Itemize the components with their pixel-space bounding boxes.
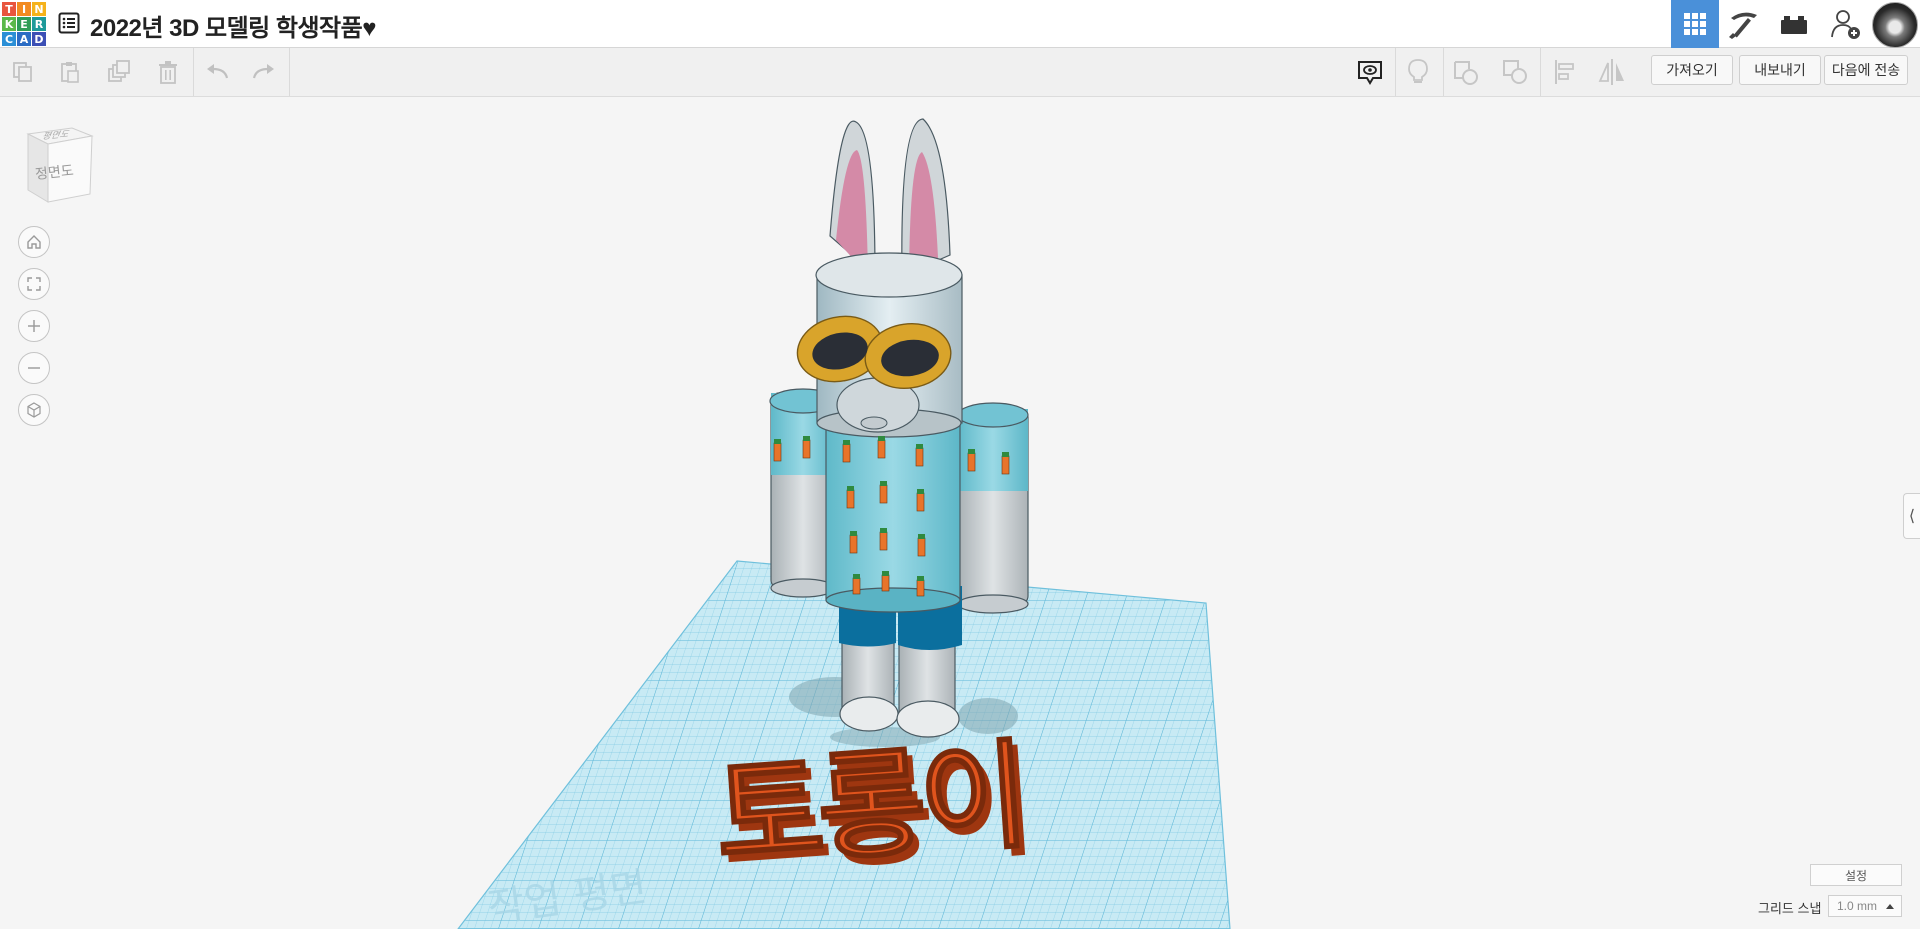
- toolbar-divider: [1443, 48, 1444, 96]
- edit-toolbar: 가져오기 내보내기 다음에 전송: [0, 48, 1920, 97]
- caret-up-icon: [1886, 904, 1894, 909]
- toolbar-divider: [1395, 48, 1396, 96]
- logo-letter: N: [32, 2, 46, 16]
- mirror-button[interactable]: [1598, 58, 1626, 86]
- toolbar-divider: [289, 48, 290, 96]
- light-bulb-button[interactable]: [1404, 58, 1432, 86]
- fit-view-button[interactable]: [18, 268, 50, 300]
- redo-button[interactable]: [249, 58, 277, 86]
- chevron-left-icon: ⟨: [1908, 508, 1916, 525]
- bricks-icon: [1781, 16, 1807, 34]
- grid-snap-label: 그리드 스냅: [1758, 901, 1822, 916]
- tinkercad-logo[interactable]: T I N K E R C A D: [2, 2, 46, 46]
- invite-user-icon: [1831, 10, 1860, 39]
- design-menu-icon[interactable]: [58, 12, 80, 34]
- grid-snap-value: 1.0 mm: [1837, 899, 1878, 913]
- logo-letter: K: [2, 17, 16, 31]
- paste-icon: [61, 62, 79, 83]
- logo-letter: T: [2, 2, 16, 16]
- zoom-out-button[interactable]: [18, 352, 50, 384]
- logo-letter: D: [32, 32, 46, 46]
- ungroup-button[interactable]: [1501, 58, 1529, 86]
- view-cube[interactable]: 평면도 정면도: [22, 124, 94, 209]
- grid-view-icon: [1684, 13, 1706, 35]
- expand-panel-tab[interactable]: ⟨: [1903, 493, 1920, 539]
- view-cube-front-label: 정면도: [34, 162, 75, 182]
- toolbar-divider: [193, 48, 194, 96]
- home-view-button[interactable]: [18, 226, 50, 258]
- notes-button[interactable]: [1356, 58, 1384, 86]
- zoom-in-button[interactable]: [18, 310, 50, 342]
- minus-icon: [28, 367, 40, 369]
- mirror-icon: [1598, 59, 1624, 85]
- undo-button[interactable]: [204, 58, 232, 86]
- 3d-viewport[interactable]: [0, 97, 1920, 929]
- delete-button[interactable]: [154, 58, 182, 86]
- duplicate-button[interactable]: [105, 58, 133, 86]
- logo-letter: I: [17, 2, 31, 16]
- undo-icon: [207, 64, 229, 79]
- logo-letter: C: [2, 32, 16, 46]
- plus-icon: [28, 320, 40, 332]
- send-to-button[interactable]: 다음에 전송: [1824, 55, 1908, 85]
- 3d-design-view-button[interactable]: [1671, 0, 1719, 48]
- light-bulb-icon: [1408, 59, 1428, 83]
- import-button[interactable]: 가져오기: [1651, 55, 1733, 85]
- paste-button[interactable]: [56, 58, 84, 86]
- redo-icon: [252, 64, 274, 79]
- logo-letter: R: [32, 17, 46, 31]
- grid-snap-select[interactable]: 1.0 mm: [1828, 895, 1902, 917]
- logo-letter: E: [17, 17, 31, 31]
- align-icon: [1555, 60, 1574, 84]
- toolbar-divider: [1540, 48, 1541, 96]
- group-button[interactable]: [1452, 58, 1480, 86]
- blocks-view-button[interactable]: [1720, 0, 1768, 48]
- copy-button[interactable]: [9, 58, 37, 86]
- design-title[interactable]: 2022년 3D 모델링 학생작품♥: [90, 8, 376, 43]
- ungroup-icon: [1503, 60, 1527, 84]
- align-button[interactable]: [1551, 58, 1579, 86]
- user-avatar[interactable]: [1872, 2, 1918, 48]
- bricks-view-button[interactable]: [1770, 0, 1818, 48]
- pickaxe-icon: [1729, 12, 1757, 39]
- invite-user-button[interactable]: [1822, 0, 1870, 48]
- notes-icon: [1358, 61, 1382, 85]
- fit-to-view-icon: [27, 277, 41, 291]
- group-icon: [1454, 61, 1478, 85]
- copy-icon: [13, 62, 32, 82]
- perspective-toggle-button[interactable]: [18, 394, 50, 426]
- settings-button[interactable]: 설정: [1810, 864, 1902, 886]
- logo-letter: A: [17, 32, 31, 46]
- perspective-cube-icon: [27, 402, 41, 418]
- top-header: T I N K E R C A D 2022년 3D 모델링 학생작품♥: [0, 0, 1920, 48]
- home-icon: [27, 235, 41, 249]
- delete-icon: [159, 61, 177, 84]
- export-button[interactable]: 내보내기: [1739, 55, 1821, 85]
- duplicate-icon: [108, 60, 130, 82]
